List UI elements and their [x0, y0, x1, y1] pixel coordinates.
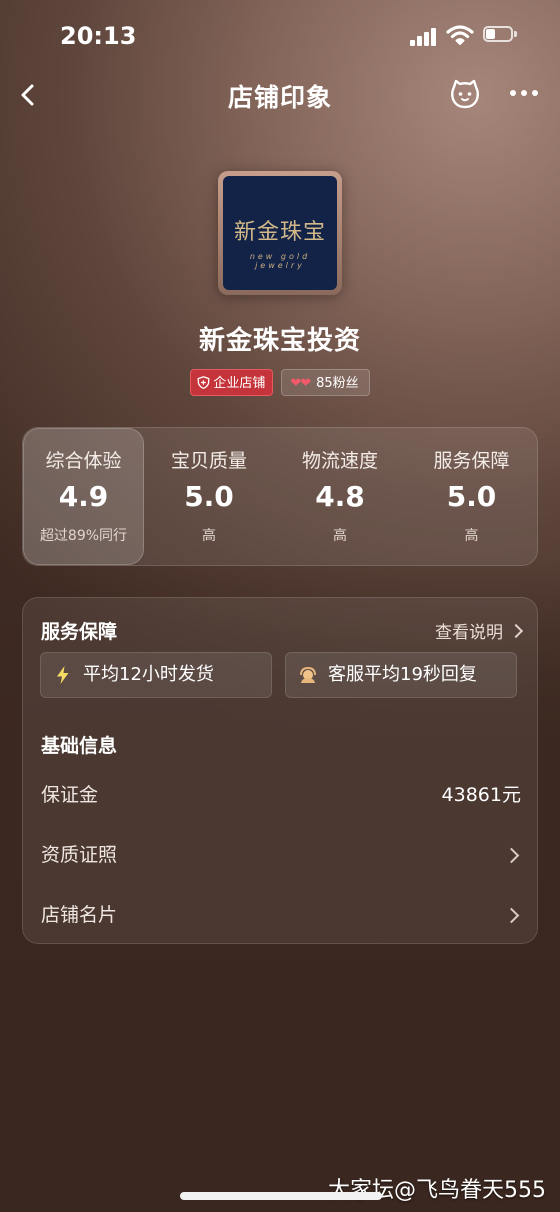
view-explanation-label: 查看说明 [435, 623, 503, 643]
enterprise-badge: 企业店铺 [190, 369, 274, 396]
view-explanation-link[interactable]: 查看说明 [435, 618, 524, 643]
deposit-row: 保证金 43861元 [41, 775, 521, 815]
chevron-right-icon [503, 847, 520, 864]
shop-card-label: 店铺名片 [41, 904, 118, 926]
rating-label: 服务保障 [433, 450, 510, 472]
navigation-bar: 店铺印象 [0, 70, 560, 120]
rating-label: 综合体验 [45, 450, 122, 472]
license-row[interactable]: 资质证照 [41, 835, 521, 875]
rating-score: 4.8 [315, 480, 365, 513]
rating-label: 物流速度 [301, 450, 378, 472]
battery-icon [483, 26, 517, 44]
shield-icon [197, 376, 210, 389]
rating-score: 4.9 [58, 480, 109, 513]
rating-card: 综合体验 4.9 超过89%同行 宝贝质量 5.0 高 物流速度 4.8 高 服… [22, 427, 538, 566]
chevron-right-icon [508, 623, 524, 639]
rating-sub: 高 [202, 528, 216, 544]
shop-badges: 企业店铺 ❤❤ 85粉丝 [0, 369, 560, 396]
shop-name: 新金珠宝投资 [198, 326, 361, 356]
rating-quality[interactable]: 宝贝质量 5.0 高 [144, 428, 274, 565]
rating-score: 5.0 [184, 480, 234, 513]
shop-card-row[interactable]: 店铺名片 [41, 895, 521, 935]
service-section-title: 服务保障 [41, 621, 118, 643]
heart-icon: ❤❤ [290, 376, 311, 391]
feature-customer-service-text: 客服平均19秒回复 [328, 664, 477, 685]
more-icon[interactable] [508, 87, 540, 99]
fans-count: 85粉丝 [316, 376, 359, 391]
wifi-icon [446, 25, 474, 45]
status-bar: 20:13 [0, 0, 560, 70]
rating-score: 5.0 [446, 480, 497, 513]
rating-label: 宝贝质量 [170, 450, 247, 472]
enterprise-badge-label: 企业店铺 [213, 376, 266, 391]
rating-sub: 高 [464, 528, 479, 544]
assistant-face-icon[interactable] [448, 77, 482, 111]
rating-service[interactable]: 服务保障 5.0 高 [406, 428, 537, 565]
shop-logo-image: 新金珠宝 new gold jewelry [223, 176, 337, 290]
home-indicator[interactable] [180, 1192, 382, 1200]
lightning-icon [57, 666, 69, 684]
basic-info-title: 基础信息 [41, 735, 118, 757]
feature-customer-service: 客服平均19秒回复 [285, 652, 517, 698]
rating-overall[interactable]: 综合体验 4.9 超过89%同行 [23, 428, 144, 565]
chevron-right-icon [503, 907, 520, 924]
license-label: 资质证照 [41, 844, 118, 866]
feature-shipping: 平均12小时发货 [40, 652, 272, 698]
cellular-signal-icon [410, 28, 438, 46]
logo-text-en: new gold jewelry [249, 252, 311, 270]
rating-logistics[interactable]: 物流速度 4.8 高 [274, 428, 406, 565]
feature-shipping-text: 平均12小时发货 [83, 664, 214, 685]
info-card: 服务保障 查看说明 平均12小时发货 客服平均19秒回复 基础信息 保证金 43… [22, 597, 538, 944]
deposit-label: 保证金 [41, 784, 99, 806]
deposit-value: 43861元 [441, 784, 521, 806]
customer-service-icon [300, 666, 316, 683]
shop-logo[interactable]: 新金珠宝 new gold jewelry [218, 171, 342, 295]
fans-badge[interactable]: ❤❤ 85粉丝 [281, 369, 370, 396]
rating-sub: 高 [333, 528, 347, 544]
logo-text-cn: 新金珠宝 [233, 220, 326, 245]
status-time: 20:13 [60, 22, 137, 50]
rating-sub: 超过89%同行 [39, 528, 128, 544]
